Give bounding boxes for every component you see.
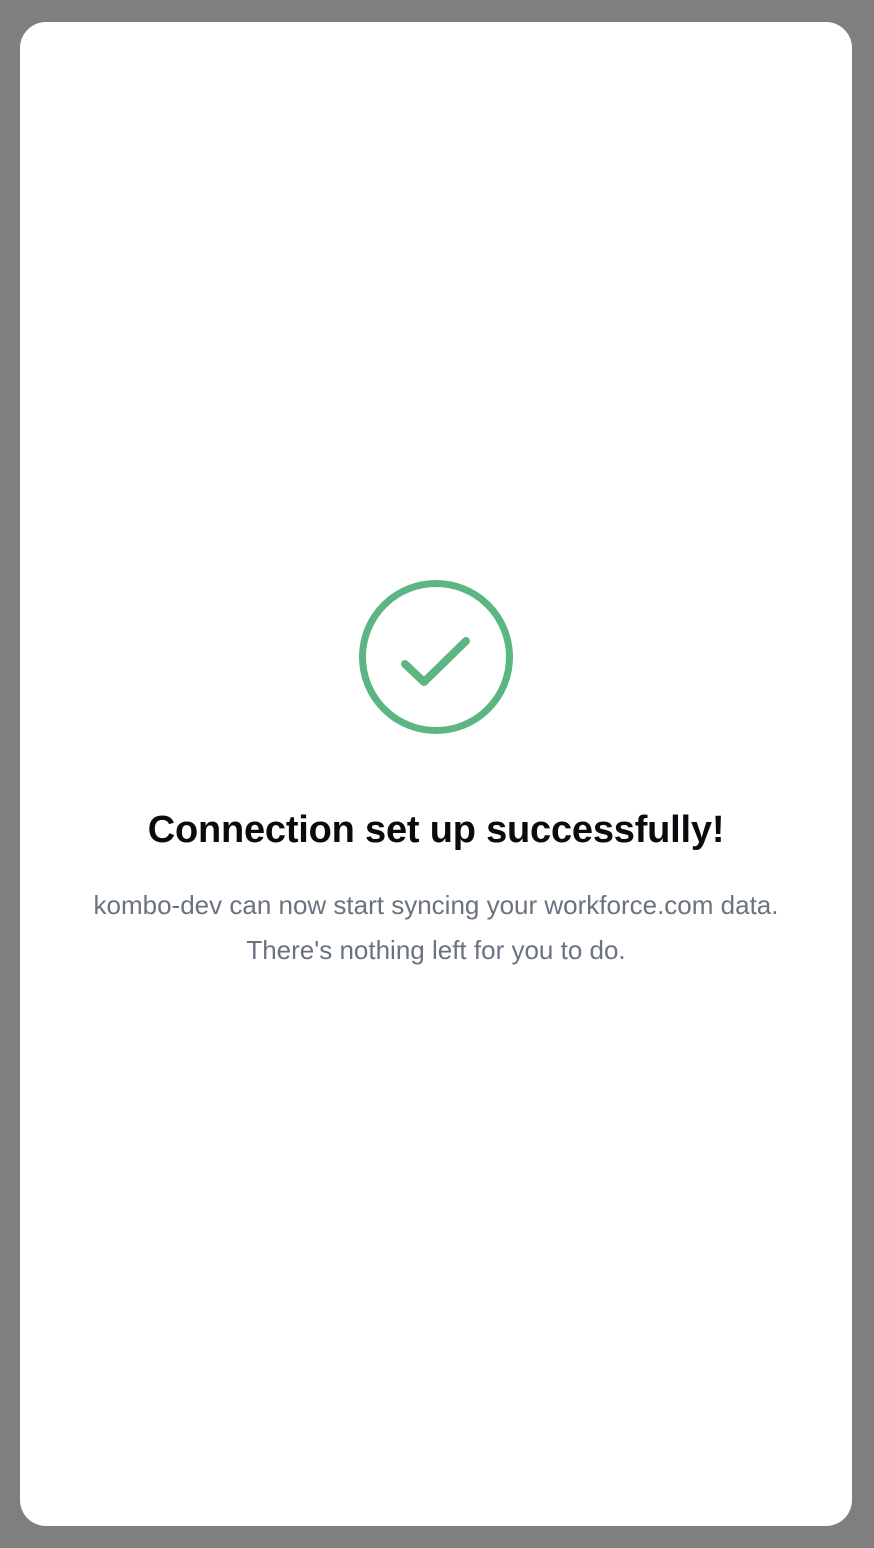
success-content: Connection set up successfully! kombo-de… — [76, 579, 796, 973]
success-title: Connection set up successfully! — [147, 809, 725, 851]
check-circle-icon — [359, 580, 513, 734]
success-dialog: Connection set up successfully! kombo-de… — [20, 22, 852, 1526]
success-message: kombo-dev can now start syncing your wor… — [93, 890, 779, 965]
